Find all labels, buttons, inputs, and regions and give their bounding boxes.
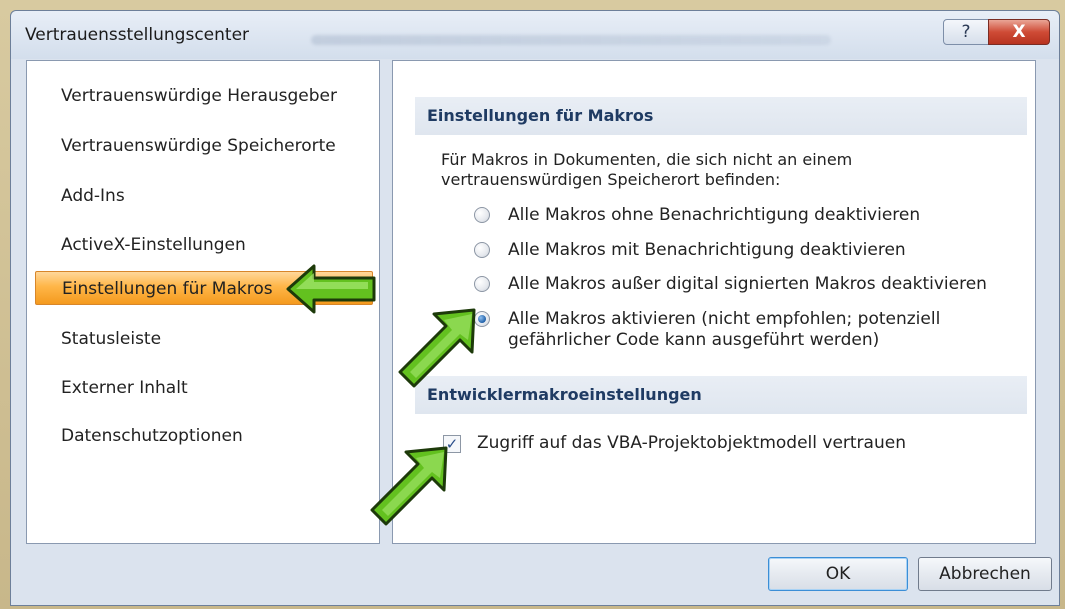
sidebar-item-trusted-publishers[interactable]: Vertrauenswürdige Herausgeber (35, 79, 373, 113)
window-title: Vertrauensstellungscenter (25, 25, 250, 45)
radio-label-disable-all-with-notification: Alle Makros mit Benachrichtigung deaktiv… (508, 240, 906, 260)
sidebar-item-add-ins[interactable]: Add-Ins (35, 179, 373, 213)
developer-settings-header: Entwicklermakroeinstellungen (415, 376, 1027, 414)
settings-panel: Einstellungen für Makros Entwicklermakro… (392, 60, 1036, 544)
ok-button[interactable]: OK (768, 557, 908, 591)
vba-trust-checkbox-label: Zugriff auf das VBA-Projektobjektmodell … (477, 433, 906, 453)
arrow-left-icon (286, 264, 376, 314)
sidebar-item-privacy-options[interactable]: Datenschutzoptionen (35, 419, 373, 453)
radio-disable-except-signed[interactable] (474, 276, 490, 292)
sidebar-item-external-content[interactable]: Externer Inhalt (35, 371, 373, 405)
sidebar-item-activex[interactable]: ActiveX-Einstellungen (35, 228, 373, 262)
radio-label-disable-except-signed: Alle Makros außer digital signierten Mak… (508, 274, 987, 294)
macro-settings-description: Für Makros in Dokumenten, die sich nicht… (441, 150, 1001, 190)
cancel-button[interactable]: Abbrechen (918, 557, 1052, 591)
radio-label-enable-all-line-2: gefährlicher Code kann ausgeführt werden… (508, 330, 880, 350)
macro-settings-header: Einstellungen für Makros (415, 97, 1027, 135)
sidebar-item-trusted-locations[interactable]: Vertrauenswürdige Speicherorte (35, 129, 373, 163)
radio-disable-all-with-notification[interactable] (474, 242, 490, 258)
close-button[interactable]: X (988, 19, 1050, 45)
radio-label-enable-all-macros: Alle Makros aktivieren (nicht empfohlen;… (508, 309, 940, 351)
arrow-up-right-icon-2 (370, 446, 448, 526)
radio-label-disable-all-no-notification: Alle Makros ohne Benachrichtigung deakti… (508, 205, 921, 225)
help-button[interactable]: ? (943, 19, 989, 45)
description-line-2: vertrauenswürdigen Speicherort befinden: (441, 170, 781, 189)
radio-label-enable-all-line-1: Alle Makros aktivieren (nicht empfohlen;… (508, 309, 941, 329)
title-bar: Vertrauensstellungscenter ? X (11, 11, 1059, 59)
blurred-title-bar-region (311, 35, 831, 45)
description-line-1: Für Makros in Dokumenten, die sich nicht… (441, 150, 853, 169)
sidebar-item-status-bar[interactable]: Statusleiste (35, 322, 373, 356)
radio-disable-all-no-notification[interactable] (474, 207, 490, 223)
arrow-up-right-icon (398, 308, 476, 388)
